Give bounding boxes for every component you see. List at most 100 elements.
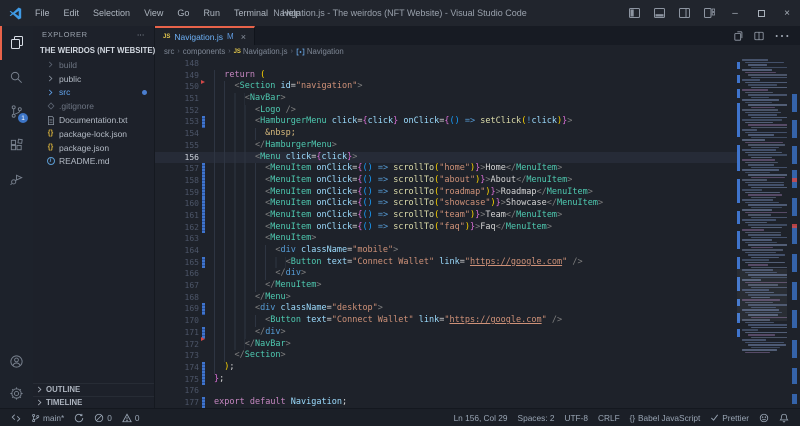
status-prettier[interactable]: Prettier bbox=[705, 413, 754, 423]
customize-layout-icon[interactable] bbox=[697, 8, 722, 18]
breadcrumb-item-navigation[interactable]: Navigation bbox=[296, 47, 344, 56]
status-0[interactable]: 0 bbox=[117, 413, 145, 423]
breadcrumb-item-src[interactable]: src bbox=[164, 47, 174, 56]
source-control-icon[interactable]: 1 bbox=[0, 94, 33, 128]
status-babel-javascript[interactable]: {}Babel JavaScript bbox=[625, 413, 706, 423]
open-changes-icon[interactable] bbox=[734, 31, 744, 41]
sidebar-item-package-json[interactable]: {}package.json bbox=[33, 141, 154, 155]
sidebar-item-public[interactable]: public bbox=[33, 72, 154, 86]
minimap-row bbox=[751, 197, 776, 199]
menu-run[interactable]: Run bbox=[196, 8, 227, 18]
code-line-166[interactable]: 166</div> bbox=[155, 268, 740, 280]
code-line-163[interactable]: 163<MenuItem> bbox=[155, 233, 740, 245]
status-bell[interactable] bbox=[774, 413, 794, 423]
gutter-indicator bbox=[202, 268, 205, 280]
code-line-162[interactable]: 162<MenuItem onClick={() => scrollTo("fa… bbox=[155, 222, 740, 234]
breadcrumb-item-components[interactable]: components bbox=[183, 47, 225, 56]
code-line-164[interactable]: 164<div className="mobile"> bbox=[155, 245, 740, 257]
status-sync[interactable] bbox=[69, 413, 89, 423]
minimap-row bbox=[748, 114, 777, 116]
code-line-149[interactable]: 149return ( bbox=[155, 70, 740, 82]
status-spaces-2[interactable]: Spaces: 2 bbox=[513, 413, 560, 423]
code-line-161[interactable]: 161<MenuItem onClick={() => scrollTo("te… bbox=[155, 210, 740, 222]
code-line-171[interactable]: 171</div> bbox=[155, 327, 740, 339]
code-line-148[interactable]: 148 bbox=[155, 58, 740, 70]
code-line-175[interactable]: 175}; bbox=[155, 374, 740, 386]
toggle-secondary-sidebar-icon[interactable] bbox=[672, 8, 697, 18]
sidebar-item-documentation-txt[interactable]: Documentation.txt bbox=[33, 113, 154, 127]
minimap-row bbox=[745, 262, 785, 264]
code-line-153[interactable]: 153<HamburgerMenu click={click} onClick=… bbox=[155, 116, 740, 128]
code-line-174[interactable]: 174); bbox=[155, 362, 740, 374]
sidebar-root-folder[interactable]: THE WEIRDOS (NFT WEBSITE) bbox=[33, 43, 154, 58]
sidebar-item--gitignore[interactable]: .gitignore bbox=[33, 99, 154, 113]
code-line-150[interactable]: 150<Section id="navigation"> bbox=[155, 81, 740, 93]
settings-gear-icon[interactable] bbox=[0, 378, 33, 408]
code-line-157[interactable]: 157<MenuItem onClick={() => scrollTo("ho… bbox=[155, 163, 740, 175]
code-line-152[interactable]: 152<Logo /> bbox=[155, 105, 740, 117]
split-editor-icon[interactable] bbox=[754, 31, 764, 41]
code-line-167[interactable]: 167</MenuItem> bbox=[155, 280, 740, 292]
code-line-165[interactable]: 165<Button text="Connect Wallet" link="h… bbox=[155, 257, 740, 269]
search-icon[interactable] bbox=[0, 60, 33, 94]
code-line-155[interactable]: 155</HamburgerMenu> bbox=[155, 140, 740, 152]
account-icon[interactable] bbox=[0, 344, 33, 378]
code-line-160[interactable]: 160<MenuItem onClick={() => scrollTo("sh… bbox=[155, 198, 740, 210]
code-line-176[interactable]: 176 bbox=[155, 385, 740, 397]
overview-ruler[interactable] bbox=[787, 58, 800, 408]
status-feedback[interactable] bbox=[754, 413, 774, 423]
status-ln-156-col-29[interactable]: Ln 156, Col 29 bbox=[449, 413, 513, 423]
code-line-168[interactable]: 168</Menu> bbox=[155, 292, 740, 304]
status-remote[interactable] bbox=[6, 413, 26, 423]
panel-outline[interactable]: OUTLINE bbox=[33, 383, 154, 396]
panel-timeline[interactable]: TIMELINE bbox=[33, 396, 154, 409]
tab-navigation-js[interactable]: JS Navigation.js M × bbox=[155, 26, 255, 45]
status-utf-8[interactable]: UTF-8 bbox=[559, 413, 593, 423]
explorer-icon[interactable] bbox=[0, 26, 33, 60]
menu-edit[interactable]: Edit bbox=[57, 8, 87, 18]
sidebar-item-build[interactable]: build bbox=[33, 58, 154, 72]
toggle-panel-icon[interactable] bbox=[647, 8, 672, 18]
minimap[interactable] bbox=[741, 59, 787, 408]
chevron-right-icon bbox=[45, 75, 56, 82]
more-actions-icon[interactable]: ⋯ bbox=[774, 26, 790, 46]
status-0[interactable]: 0 bbox=[89, 413, 117, 423]
status-left: main* 00 bbox=[6, 413, 144, 423]
code-line-170[interactable]: 170<Button text="Connect Wallet" link="h… bbox=[155, 315, 740, 327]
menu-go[interactable]: Go bbox=[170, 8, 196, 18]
code-line-151[interactable]: 151<NavBar> bbox=[155, 93, 740, 105]
extensions-icon[interactable] bbox=[0, 128, 33, 162]
status-main-[interactable]: main* bbox=[26, 413, 69, 423]
close-button[interactable]: × bbox=[774, 0, 800, 26]
minimap-row bbox=[748, 254, 785, 256]
menu-terminal[interactable]: Terminal bbox=[227, 8, 275, 18]
code-line-169[interactable]: 169<div className="desktop"> bbox=[155, 303, 740, 315]
minimap-row bbox=[748, 264, 768, 266]
sidebar-item-readme-md[interactable]: iREADME.md bbox=[33, 155, 154, 169]
minimap-slider[interactable] bbox=[737, 269, 787, 321]
sidebar-item-src[interactable]: src bbox=[33, 86, 154, 100]
code-line-158[interactable]: 158<MenuItem onClick={() => scrollTo("ab… bbox=[155, 175, 740, 187]
menu-selection[interactable]: Selection bbox=[86, 8, 137, 18]
breadcrumb-item-navigation-js[interactable]: JSNavigation.js bbox=[234, 47, 288, 56]
toggle-sidebar-icon[interactable] bbox=[622, 8, 647, 18]
status-crlf[interactable]: CRLF bbox=[593, 413, 625, 423]
code-line-156[interactable]: 156<Menu click={click}> bbox=[155, 152, 740, 164]
gutter-indicator bbox=[202, 81, 205, 93]
code-line-173[interactable]: 173</Section> bbox=[155, 350, 740, 362]
code-line-154[interactable]: 154&nbsp; bbox=[155, 128, 740, 140]
explorer-more-actions-icon[interactable]: ⋯ bbox=[137, 30, 145, 39]
code-line-172[interactable]: 172</NavBar> bbox=[155, 339, 740, 351]
sidebar-item-package-lock-json[interactable]: {}package-lock.json bbox=[33, 127, 154, 141]
minimap-row bbox=[745, 242, 777, 244]
code-line-159[interactable]: 159<MenuItem onClick={() => scrollTo("ro… bbox=[155, 187, 740, 199]
code-editor[interactable]: 148149return (150<Section id="navigation… bbox=[155, 58, 800, 408]
menu-view[interactable]: View bbox=[137, 8, 170, 18]
code-line-177[interactable]: 177export default Navigation; bbox=[155, 397, 740, 408]
run-and-debug-icon[interactable] bbox=[0, 162, 33, 196]
tab-close-icon[interactable]: × bbox=[241, 32, 246, 42]
minimize-button[interactable]: – bbox=[722, 0, 748, 26]
restore-button[interactable] bbox=[748, 0, 774, 26]
minimap-row bbox=[745, 342, 784, 344]
menu-file[interactable]: File bbox=[28, 8, 57, 18]
